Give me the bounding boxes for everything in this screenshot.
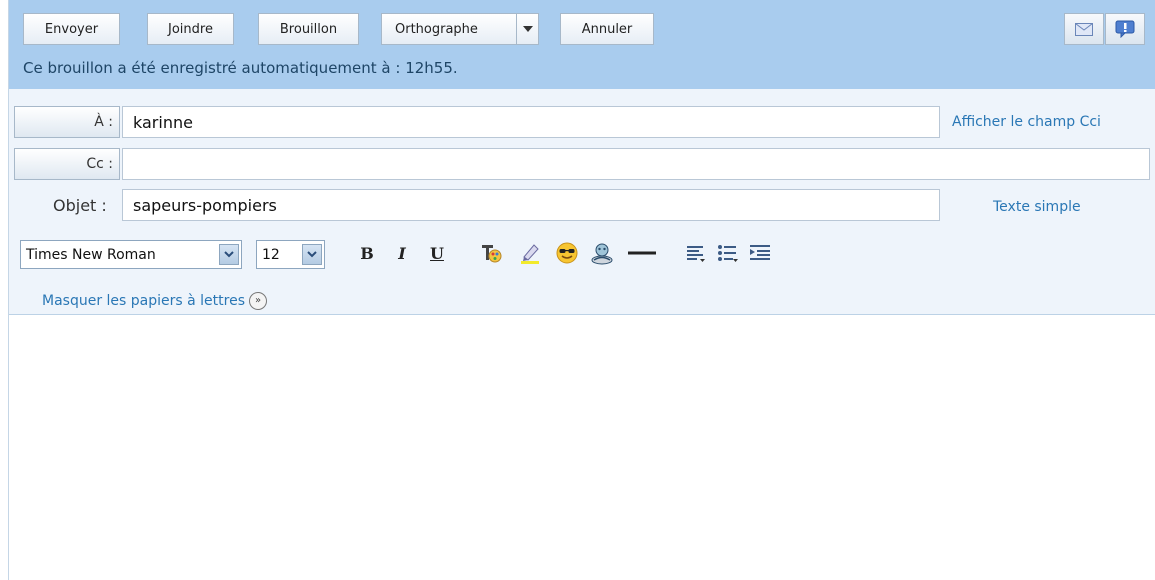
insert-image-button[interactable] [587, 238, 617, 268]
highlighter-icon [521, 244, 539, 264]
emoticon-button[interactable] [552, 238, 582, 268]
spelling-button[interactable]: Orthographe [381, 13, 539, 45]
double-chevron-icon: » [249, 292, 267, 310]
autosave-status: Ce brouillon a été enregistré automatiqu… [23, 59, 458, 77]
hide-stationery-link[interactable]: Masquer les papiers à lettres » [42, 292, 267, 310]
italic-button[interactable]: I [391, 238, 413, 268]
size-select-value: 12 [262, 246, 280, 263]
envelope-icon[interactable] [1064, 13, 1104, 45]
cc-button[interactable]: Cc : [14, 148, 120, 180]
image-person-icon [591, 243, 613, 265]
font-select-value: Times New Roman [26, 246, 156, 263]
underline-button[interactable]: U [426, 238, 448, 268]
italic-icon: I [398, 243, 406, 263]
size-select[interactable]: 12 [256, 240, 325, 269]
attach-button[interactable]: Joindre [147, 13, 234, 45]
horizontal-rule-button[interactable] [626, 238, 658, 268]
to-field[interactable] [122, 106, 940, 138]
indent-icon [750, 245, 770, 260]
cc-field[interactable] [122, 148, 1150, 180]
chevron-down-icon[interactable] [302, 244, 322, 265]
highlight-button[interactable] [515, 238, 545, 268]
to-button[interactable]: À : [14, 106, 120, 138]
hide-stationery-label: Masquer les papiers à lettres [42, 293, 245, 309]
underline-icon: U [430, 243, 444, 263]
chevron-down-icon[interactable] [219, 244, 239, 265]
draft-button[interactable]: Brouillon [258, 13, 359, 45]
font-select[interactable]: Times New Roman [20, 240, 242, 269]
cancel-button[interactable]: Annuler [560, 13, 654, 45]
bold-icon: B [360, 243, 374, 263]
smiley-sunglasses-icon [556, 242, 578, 264]
bullet-list-icon [718, 245, 738, 262]
align-left-icon [687, 246, 705, 262]
show-bcc-link[interactable]: Afficher le champ Cci [952, 114, 1101, 130]
spelling-label: Orthographe [395, 21, 478, 37]
exclamation-icon[interactable] [1105, 13, 1145, 45]
text-color-button[interactable] [476, 238, 506, 268]
send-button[interactable]: Envoyer [23, 13, 120, 45]
compose-toolbar: Envoyer Joindre Brouillon Orthographe An… [9, 0, 1155, 89]
horizontal-line-icon [628, 251, 656, 255]
subject-field[interactable] [122, 189, 940, 221]
compose-window: Envoyer Joindre Brouillon Orthographe An… [8, 0, 1155, 580]
message-body-editor[interactable] [9, 315, 1155, 580]
chevron-down-icon[interactable] [516, 14, 538, 44]
plain-text-link[interactable]: Texte simple [993, 199, 1081, 215]
align-button[interactable] [682, 238, 710, 268]
bullet-list-button[interactable] [714, 238, 742, 268]
indent-button[interactable] [746, 238, 774, 268]
bold-button[interactable]: B [356, 238, 378, 268]
subject-label: Objet : [53, 196, 107, 215]
text-color-icon [482, 245, 502, 263]
